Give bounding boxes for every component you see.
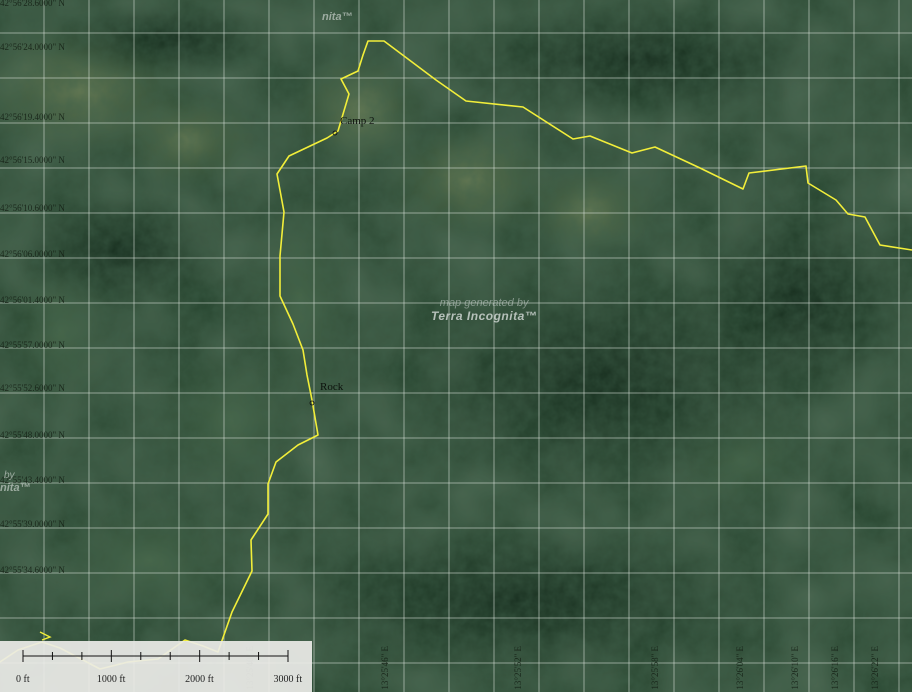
map-viewport[interactable]: 42°56'28.6000" N 42°56'24.0000" N 42°56'19… (0, 0, 912, 692)
waypoint-label-camp: Camp 2 (340, 115, 375, 127)
waypoint-label-rock: Rock (320, 381, 344, 393)
gps-track[interactable] (0, 40, 912, 670)
scale-label: 3000 ft (273, 674, 303, 685)
trail-overlay (0, 40, 912, 670)
scale-bar: 0 ft 1000 ft 2000 ft 3000 ft (0, 641, 312, 692)
scale-label: 1000 ft (96, 674, 126, 685)
scale-label: 2000 ft (185, 674, 214, 685)
scale-ruler (22, 650, 289, 662)
start-arrow-icon (39, 631, 52, 641)
scale-label: 0 ft (16, 674, 30, 685)
